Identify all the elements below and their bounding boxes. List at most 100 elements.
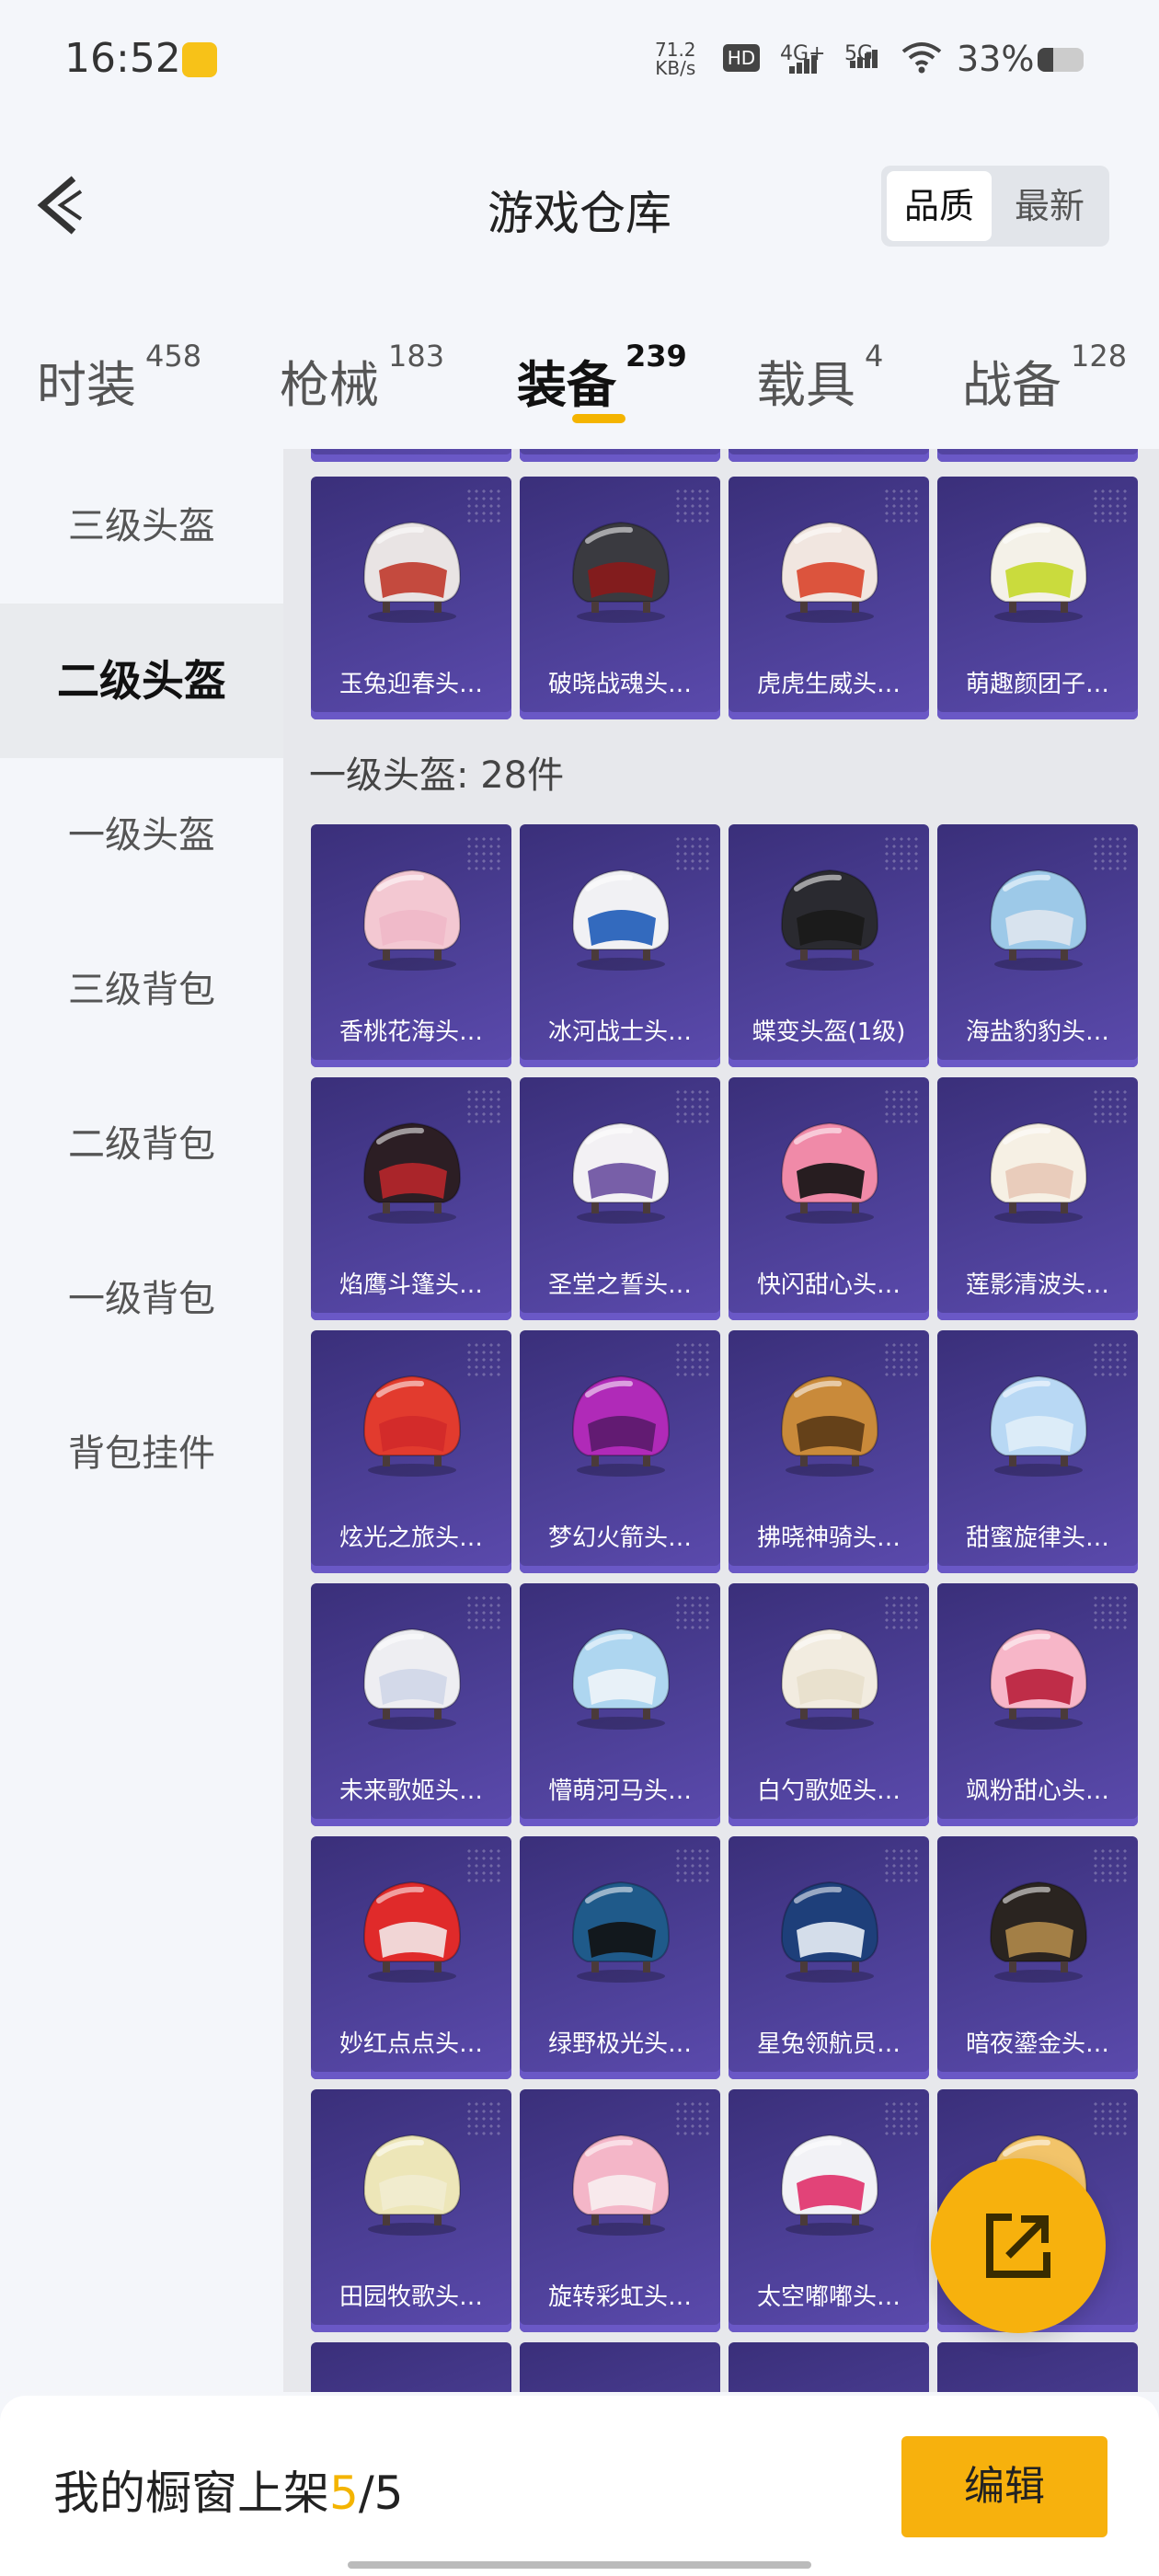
tab-label: 战备 <box>962 356 1061 414</box>
card-pattern <box>465 2100 502 2137</box>
helmet-item-card[interactable]: 飒粉甜心头… <box>937 1583 1138 1826</box>
showcase-total-count: 5 <box>373 2467 404 2520</box>
helmet-item-card[interactable]: 拂晓神骑头… <box>729 1330 929 1573</box>
helmet-item-name: 太空嘟嘟头… <box>756 2283 901 2311</box>
helmet-icon <box>351 1620 471 1731</box>
wifi-icon <box>901 40 942 82</box>
helmet-item-card[interactable]: 星兔领航员… <box>729 1836 929 2079</box>
helmet-item-name: 破晓战魂头… <box>547 671 692 698</box>
helmet-item-card[interactable] <box>937 449 1138 462</box>
helmet-item-card[interactable]: 焰鹰斗篷头… <box>311 1077 511 1320</box>
tab-count: 4 <box>865 339 884 374</box>
status-time: 16:52 <box>64 35 181 82</box>
sidebar-item-level3-helmet[interactable]: 三级头盔 <box>0 449 283 604</box>
helmet-item-card[interactable]: 冰河战士头… <box>520 824 720 1067</box>
tab-vehicles[interactable]: 载具 4 <box>756 339 883 417</box>
showcase-current-count: 5 <box>329 2467 359 2520</box>
tab-label: 时装 <box>37 356 136 414</box>
helmet-item-card[interactable]: 暗夜鎏金头… <box>937 1836 1138 2079</box>
helmet-item-card[interactable] <box>729 449 929 462</box>
item-list[interactable]: 玉兔迎春头… 破晓战魂头… 虎虎生威头… 萌趣颜团子… 一级头盔: 28件 香桃花海头… <box>283 449 1159 2392</box>
helmet-item-name: 海盐豹豹头… <box>965 1018 1109 1046</box>
network-speed-unit: KB/s <box>655 57 696 79</box>
helmet-item-card[interactable]: 绿野极光头… <box>520 1836 720 2079</box>
helmet-icon <box>560 2126 680 2237</box>
card-pattern <box>1092 1847 1129 1884</box>
network-speed-value: 71.2 <box>655 39 696 61</box>
helmet-item-card[interactable]: 虎虎生威头… <box>729 477 929 719</box>
helmet-item-card[interactable]: 未来歌姬头… <box>311 1583 511 1826</box>
helmet-item-card[interactable]: 快闪甜心头… <box>729 1077 929 1320</box>
hd-icon: HD <box>723 44 760 72</box>
card-pattern <box>883 1847 920 1884</box>
helmet-item-card[interactable]: 妙红点点头… <box>311 1836 511 2079</box>
helmet-item-card[interactable]: 太空嘟嘟头… <box>729 2089 929 2332</box>
helmet-item-name: 白勺歌姬头… <box>756 1777 901 1805</box>
sidebar-item-backpack-charm[interactable]: 背包挂件 <box>0 1376 283 1531</box>
helmet-item-card[interactable] <box>311 2342 511 2392</box>
helmet-item-name: 田园牧歌头… <box>339 2283 483 2311</box>
share-fab-button[interactable] <box>931 2158 1106 2333</box>
helmet-icon <box>560 1114 680 1225</box>
helmet-item-name: 旋转彩虹头… <box>547 2283 692 2311</box>
sidebar-item-level3-backpack[interactable]: 三级背包 <box>0 913 283 1067</box>
card-pattern <box>883 1594 920 1631</box>
helmet-icon <box>560 1873 680 1984</box>
helmet-icon <box>351 1114 471 1225</box>
sidebar-item-level2-helmet[interactable]: 二级头盔 <box>0 604 283 758</box>
helmet-item-card[interactable]: 田园牧歌头… <box>311 2089 511 2332</box>
network-speed: 71.2 KB/s <box>655 40 696 77</box>
helmet-item-card[interactable]: 甜蜜旋律头… <box>937 1330 1138 1573</box>
helmet-icon <box>560 861 680 972</box>
helmet-item-name: 蝶变头盔(1级) <box>752 1018 906 1046</box>
card-pattern <box>1092 2100 1129 2137</box>
helmet-icon <box>769 513 889 624</box>
helmet-item-card[interactable] <box>311 449 511 462</box>
edit-button[interactable]: 编辑 <box>901 2436 1107 2537</box>
tab-fashion[interactable]: 时装 458 <box>37 339 201 417</box>
card-pattern <box>883 2100 920 2137</box>
helmet-item-card[interactable]: 海盐豹豹头… <box>937 824 1138 1067</box>
card-pattern <box>1092 1088 1129 1125</box>
helmet-icon <box>978 1367 1097 1478</box>
card-pattern <box>674 1847 711 1884</box>
sort-toggle: 品质 最新 <box>881 166 1109 247</box>
helmet-item-card[interactable]: 萌趣颜团子… <box>937 477 1138 719</box>
sidebar-item-level1-helmet[interactable]: 一级头盔 <box>0 758 283 913</box>
helmet-item-card[interactable] <box>520 2342 720 2392</box>
tab-firearms[interactable]: 枪械 183 <box>280 339 444 417</box>
sidebar-item-level1-backpack[interactable]: 一级背包 <box>0 1222 283 1376</box>
tab-battle-gear[interactable]: 战备 128 <box>962 339 1127 417</box>
helmet-item-card[interactable]: 圣堂之誓头… <box>520 1077 720 1320</box>
helmet-item-card[interactable]: 莲影清波头… <box>937 1077 1138 1320</box>
helmet-item-card[interactable]: 香桃花海头… <box>311 824 511 1067</box>
card-pattern <box>1092 835 1129 872</box>
battery-percent: 33% <box>957 39 1035 79</box>
helmet-item-card[interactable]: 蝶变头盔(1级) <box>729 824 929 1067</box>
helmet-icon <box>351 861 471 972</box>
helmet-item-card[interactable] <box>937 2342 1138 2392</box>
helmet-icon <box>978 1873 1097 1984</box>
helmet-item-name: 炫光之旅头… <box>339 1524 483 1552</box>
helmet-item-name: 虎虎生威头… <box>756 671 901 698</box>
sidebar-item-level2-backpack[interactable]: 二级背包 <box>0 1067 283 1222</box>
helmet-item-card[interactable]: 旋转彩虹头… <box>520 2089 720 2332</box>
helmet-item-card[interactable] <box>729 2342 929 2392</box>
helmet-item-card[interactable]: 炫光之旅头… <box>311 1330 511 1573</box>
helmet-item-card[interactable]: 梦幻火箭头… <box>520 1330 720 1573</box>
helmet-icon <box>351 2126 471 2237</box>
showcase-bar: 我的橱窗上架5/5 编辑 <box>0 2396 1159 2576</box>
helmet-item-card[interactable] <box>520 449 720 462</box>
signal-4g-bars-icon <box>789 50 819 74</box>
helmet-item-card[interactable]: 破晓战魂头… <box>520 477 720 719</box>
sort-newest-button[interactable]: 最新 <box>997 171 1102 241</box>
active-tab-indicator <box>572 414 625 423</box>
helmet-item-card[interactable]: 玉兔迎春头… <box>311 477 511 719</box>
helmet-item-name: 妙红点点头… <box>339 2030 483 2058</box>
home-indicator[interactable] <box>348 2561 811 2569</box>
helmet-icon <box>560 513 680 624</box>
tab-equipment[interactable]: 装备 239 <box>517 339 687 417</box>
helmet-item-card[interactable]: 白勺歌姬头… <box>729 1583 929 1826</box>
sort-quality-button[interactable]: 品质 <box>887 171 992 241</box>
helmet-item-card[interactable]: 懵萌河马头… <box>520 1583 720 1826</box>
